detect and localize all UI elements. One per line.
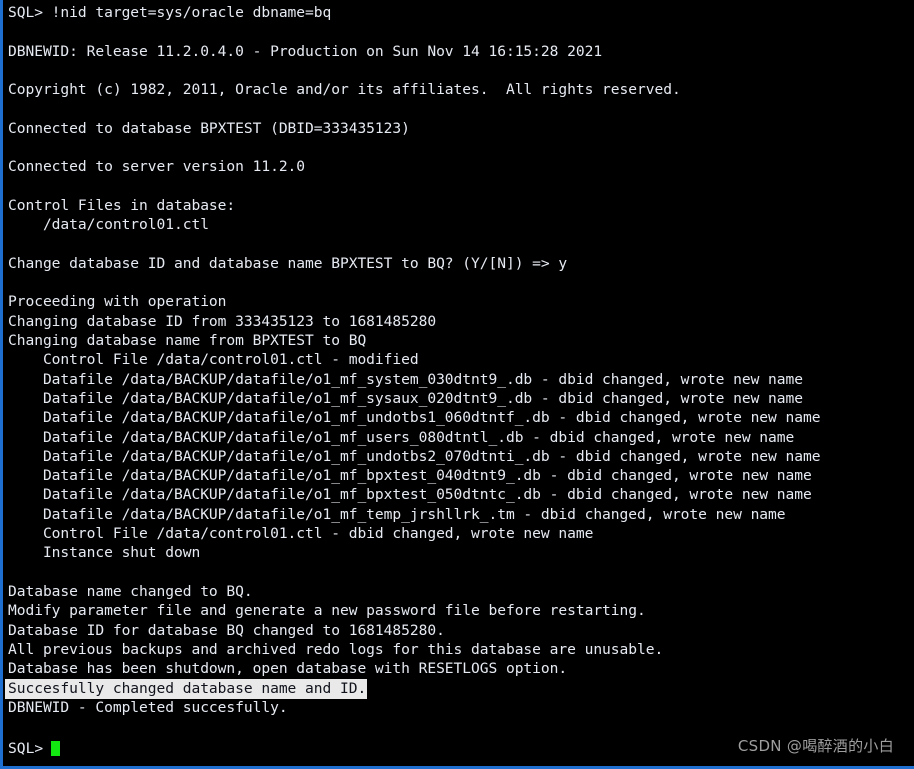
terminal-line: Database ID for database BQ changed to 1…	[8, 621, 445, 639]
terminal-line: Datafile /data/BACKUP/datafile/o1_mf_und…	[8, 447, 821, 465]
terminal-line: /data/control01.ctl	[8, 216, 209, 234]
terminal-line: DBNEWID: Release 11.2.0.4.0 - Production…	[8, 42, 603, 60]
terminal-line: Datafile /data/BACKUP/datafile/o1_mf_sys…	[8, 370, 803, 388]
terminal-line: DBNEWID - Completed succesfully.	[8, 698, 288, 716]
terminal-line: Control File /data/control01.ctl - modif…	[8, 351, 419, 369]
terminal-line: Datafile /data/BACKUP/datafile/o1_mf_tem…	[8, 505, 786, 523]
terminal-line: All previous backups and archived redo l…	[8, 640, 664, 658]
terminal-line: Changing database name from BPXTEST to B…	[8, 332, 367, 350]
terminal-line: Database has been shutdown, open databas…	[8, 660, 568, 678]
terminal-output[interactable]: SQL> !nid target=sys/oracle dbname=bq DBN…	[3, 0, 914, 766]
success-message: Succesfully changed database name and ID…	[5, 679, 368, 699]
block-cursor-icon	[51, 741, 61, 756]
terminal-line: Datafile /data/BACKUP/datafile/o1_mf_und…	[8, 409, 821, 427]
terminal-line: SQL> !nid target=sys/oracle dbname=bq	[8, 4, 332, 21]
terminal-line: Datafile /data/BACKUP/datafile/o1_mf_sys…	[8, 389, 803, 407]
terminal-line: Connected to database BPXTEST (DBID=3334…	[8, 119, 410, 137]
watermark-label: CSDN @喝醉酒的小白	[737, 737, 894, 755]
terminal-line-highlighted: Succesfully changed database name and ID…	[5, 678, 914, 699]
terminal-line: Connected to server version 11.2.0	[8, 158, 306, 176]
terminal-line: Datafile /data/BACKUP/datafile/o1_mf_bpx…	[8, 467, 812, 485]
terminal-window[interactable]: SQL> !nid target=sys/oracle dbname=bq DBN…	[0, 0, 914, 769]
terminal-line: Proceeding with operation	[8, 293, 227, 311]
terminal-line: Modify parameter file and generate a new…	[8, 602, 646, 620]
terminal-line: Datafile /data/BACKUP/datafile/o1_mf_bpx…	[8, 486, 812, 504]
terminal-line: Copyright (c) 1982, 2011, Oracle and/or …	[8, 81, 681, 99]
shell-prompt[interactable]: SQL>	[8, 739, 61, 758]
terminal-line: Changing database ID from 333435123 to 1…	[8, 312, 437, 330]
terminal-line: Change database ID and database name BPX…	[8, 254, 568, 272]
terminal-line: Control Files in database:	[8, 196, 236, 214]
terminal-line: Database name changed to BQ.	[8, 582, 253, 600]
terminal-line: Control File /data/control01.ctl - dbid …	[8, 525, 594, 543]
prompt-label: SQL>	[8, 740, 44, 757]
terminal-line: Datafile /data/BACKUP/datafile/o1_mf_use…	[8, 428, 795, 446]
terminal-line: Instance shut down	[8, 544, 201, 562]
